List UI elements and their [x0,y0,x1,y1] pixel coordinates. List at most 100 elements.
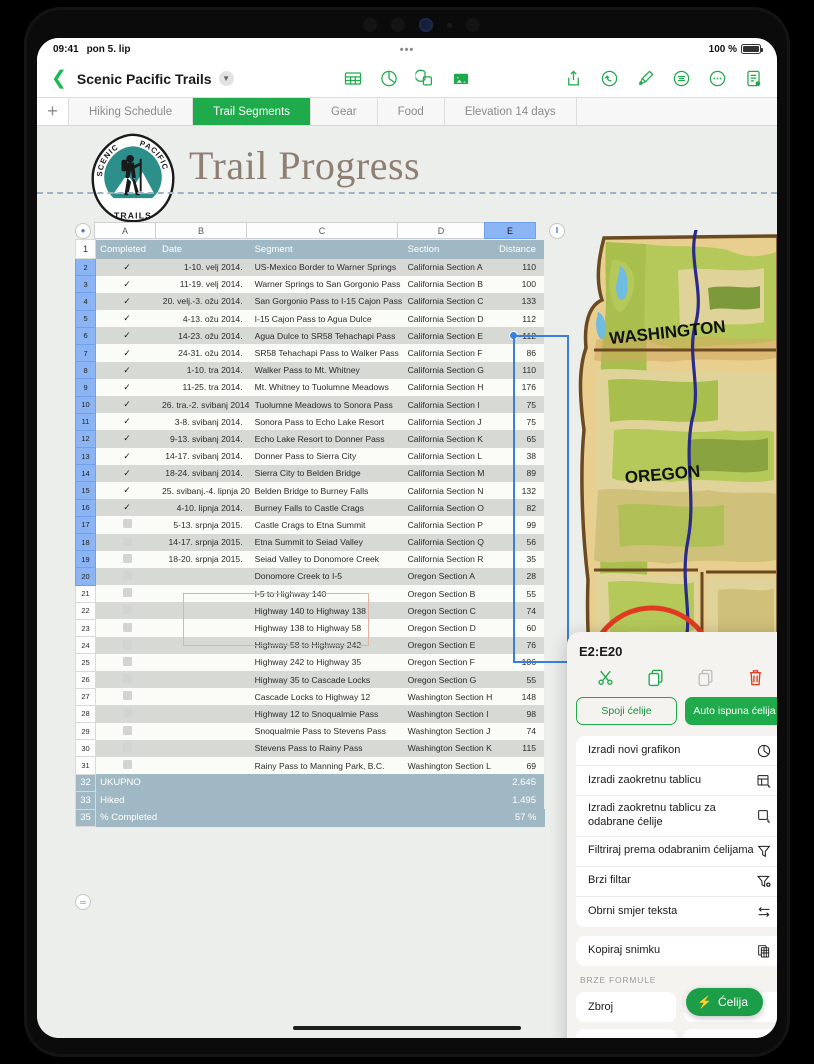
row-number[interactable]: 7 [74,343,97,363]
date-cell[interactable]: 18-20. srpnja 2015. [158,550,251,568]
section-cell[interactable]: Washington Section J [403,722,493,740]
menu-item-create-pivot-table[interactable]: Izradi zaokretnu tablicu [576,766,777,796]
distance-cell[interactable]: 76 [492,636,545,654]
summary-row[interactable]: 33 Hiked 1.495 [74,791,545,810]
row-number[interactable]: 24 [74,636,97,655]
distance-cell[interactable]: 28 [492,567,545,586]
table-row[interactable]: 2 ✓ 1-10. velj 2014. US-Mexico Border to Wa… [74,257,545,277]
completed-cell[interactable] [95,619,159,637]
segment-cell[interactable]: Tuolumne Meadows to Sonora Pass [250,396,404,414]
segment-cell[interactable]: San Gorgonio Pass to I-15 Cajon Pass [250,292,404,311]
section-cell[interactable]: Oregon Section C [403,602,493,620]
copy-icon[interactable] [646,668,665,687]
section-cell[interactable]: California Section I [403,396,493,414]
distance-cell[interactable]: 112 [492,310,545,328]
date-cell[interactable] [158,688,251,706]
formula-button-extra-2[interactable] [684,1028,777,1038]
table-row[interactable]: 30 Stevens Pass to Rainy Pass Washington S… [74,739,545,758]
segment-cell[interactable]: Highway 12 to Snoqualmie Pass [250,705,404,723]
segment-cell[interactable]: Donner Pass to Sierra City [250,447,404,465]
media-icon[interactable] [452,69,471,88]
date-cell[interactable] [158,756,251,775]
table-row[interactable]: 6 ✓ 14-23. ožu 2014. Agua Dulce to SR58 Teh… [74,326,545,345]
section-cell[interactable]: California Section O [403,499,493,517]
date-cell[interactable]: 5-13. srpnja 2015. [158,516,251,534]
cut-icon[interactable] [596,668,615,687]
tab-food[interactable]: Food [377,98,445,125]
menu-item-filter-selected-cells[interactable]: Filtriraj prema odabranim ćelijama [576,837,777,867]
segment-cell[interactable]: Belden Bridge to Burney Falls [250,481,404,500]
date-cell[interactable]: 4-10. lipnja 2014. [158,499,251,517]
section-cell[interactable]: Washington Section L [403,756,493,775]
date-cell[interactable]: 11-25. tra 2014. [158,378,251,396]
date-cell[interactable] [158,671,251,689]
chevron-down-icon[interactable]: ▼ [218,71,234,86]
distance-cell[interactable]: 148 [492,688,545,706]
completed-cell[interactable] [95,636,159,654]
date-cell[interactable]: 1-10. velj 2014. [158,258,251,276]
segment-cell[interactable]: Highway 242 to Highway 35 [250,653,404,671]
checkbox-icon[interactable] [122,708,132,718]
table-row[interactable]: 26 Highway 35 to Cascade Locks Oregon Sect… [74,670,545,689]
row-number[interactable]: 11 [74,412,97,431]
completed-cell[interactable] [95,653,159,671]
completed-cell[interactable]: ✓ [95,396,159,414]
checkbox-icon[interactable] [122,639,132,649]
table-select-handle[interactable]: ● [75,222,91,239]
row-number[interactable]: 21 [74,584,97,603]
tab-trail-segments[interactable]: Trail Segments [193,98,312,125]
segment-cell[interactable]: Echo Lake Resort to Donner Pass [250,430,404,448]
segment-cell[interactable]: Castle Crags to Etna Summit [250,516,404,534]
table-row[interactable]: 5 ✓ 4-13. ožu 2014. I-15 Cajon Pass to Agua… [74,309,545,328]
distance-cell[interactable]: 115 [492,739,545,757]
segment-cell[interactable]: Donomore Creek to I-5 [250,567,404,586]
table-row[interactable]: 16 ✓ 4-10. lipnja 2014. Burney Falls to Cas… [74,498,545,517]
distance-cell[interactable]: 99 [492,516,545,534]
checkbox-icon[interactable] [122,760,132,770]
date-cell[interactable] [158,602,251,620]
completed-cell[interactable]: ✓ [95,481,159,500]
distance-cell[interactable]: 112 [492,327,545,345]
segment-cell[interactable]: Mt. Whitney to Tuolumne Meadows [250,378,404,396]
completed-cell[interactable]: ✓ [95,413,159,431]
distance-cell[interactable]: 56 [492,533,545,551]
table-row[interactable]: 8 ✓ 1-10. tra 2014. Walker Pass to Mt. Whit… [74,361,545,380]
date-cell[interactable]: 9-13. svibanj 2014. [158,430,251,448]
date-cell[interactable]: 4-13. ožu 2014. [158,310,251,328]
row-number[interactable]: 14 [74,464,97,483]
row-number[interactable]: 22 [74,601,97,620]
distance-cell[interactable]: 106 [492,653,545,671]
summary-row[interactable]: 32 UKUPNO 2.645 [74,773,545,793]
segment-cell[interactable]: US-Mexico Border to Warner Springs [250,258,404,276]
table-row[interactable]: 10 ✓ 26. tra.-2. svibanj 2014 Tuolumne Mead… [74,395,545,414]
table-row[interactable]: 31 Rainy Pass to Manning Park, B.C. Washin… [74,756,545,775]
date-cell[interactable]: 18-24. svibanj 2014. [158,464,251,482]
distance-cell[interactable]: 110 [492,361,545,379]
completed-cell[interactable]: ✓ [95,447,159,465]
tab-gear[interactable]: Gear [311,98,378,125]
completed-cell[interactable]: ✓ [95,464,159,482]
menu-item-pivot-selected-cells[interactable]: Izradi zaokretnu tablicu za odabrane ćel… [576,796,777,837]
completed-cell[interactable]: ✓ [95,378,159,396]
row-number[interactable]: 31 [74,756,97,775]
distance-cell[interactable]: 82 [492,499,545,517]
row-number[interactable]: 15 [74,481,97,500]
segment-cell[interactable]: Stevens Pass to Rainy Pass [250,739,404,757]
completed-cell[interactable]: ✓ [95,430,159,448]
row-number[interactable]: 4 [74,292,97,311]
segment-cell[interactable]: I-5 to Highway 140 [250,585,404,603]
date-cell[interactable] [158,653,251,671]
row-number[interactable]: 35 [74,808,97,828]
table-row[interactable]: 7 ✓ 24-31. ožu 2014. SR58 Tehachapi Pass to… [74,343,545,363]
checkbox-icon[interactable] [122,742,132,752]
row-number[interactable]: 5 [74,309,97,328]
table-row[interactable]: 18 14-17. srpnja 2015. Etna Summit to Seia… [74,532,545,552]
completed-cell[interactable] [95,705,159,723]
menu-item-quick-filter[interactable]: Brzi filtar [576,867,777,897]
completed-cell[interactable]: ✓ [95,327,159,345]
row-number[interactable]: 10 [74,395,97,414]
section-cell[interactable]: California Section L [403,447,493,465]
date-cell[interactable]: 14-17. svibanj 2014. [158,447,251,465]
date-cell[interactable] [158,739,251,757]
section-cell[interactable]: Oregon Section B [403,585,493,603]
